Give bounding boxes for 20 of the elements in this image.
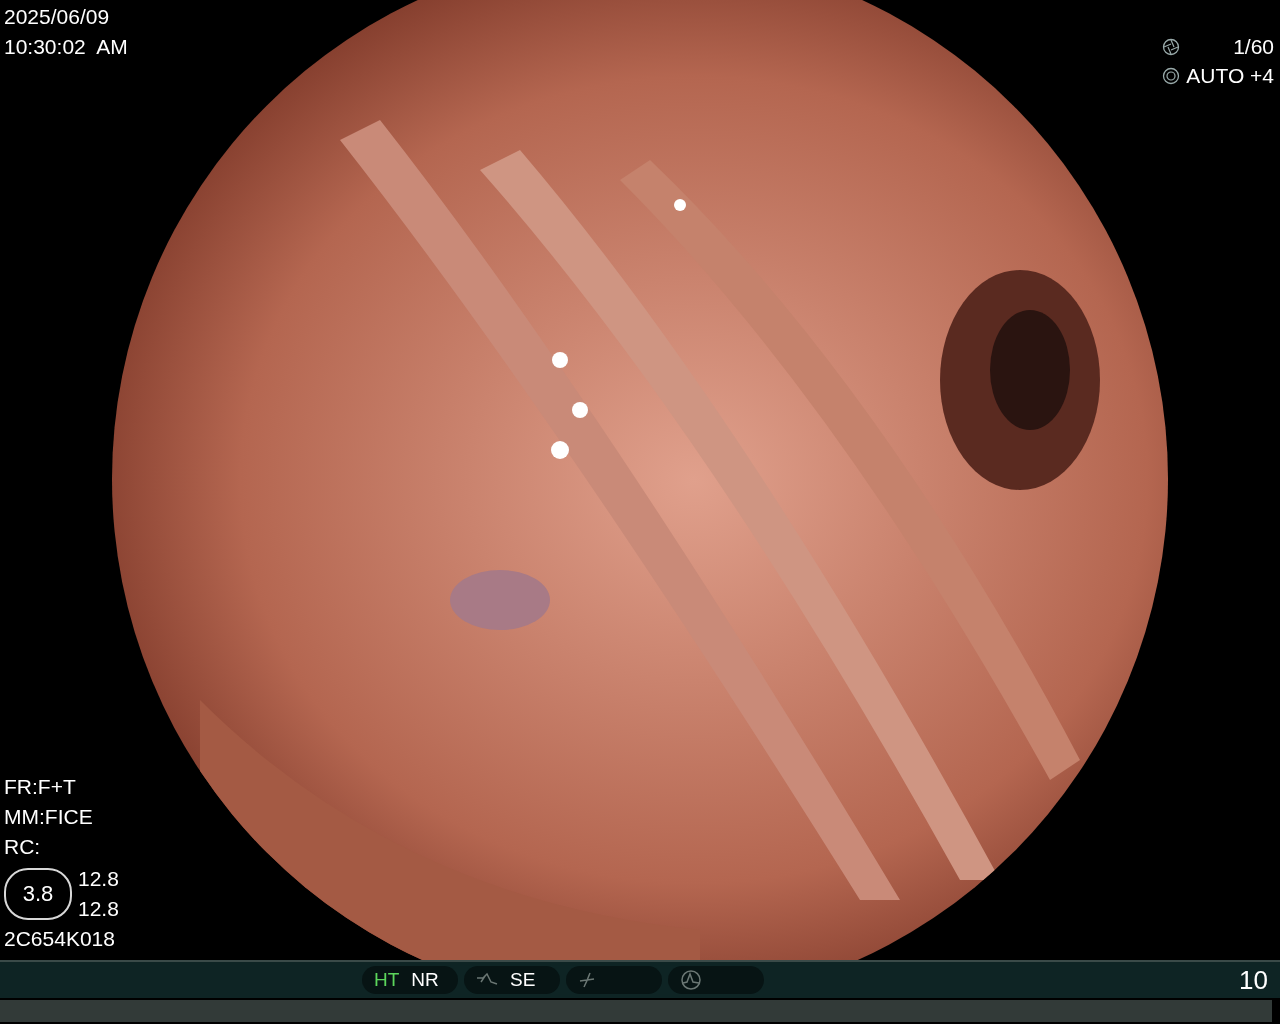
date-text: 2025/06/09	[4, 4, 111, 30]
gauge-reading: 12.8	[78, 866, 119, 892]
scope-id-text: 2C654K018	[4, 926, 116, 952]
setting-text: RC:	[4, 834, 42, 860]
gauge-reading: 12.8	[78, 896, 119, 922]
shutter-text: 1/60	[1233, 34, 1274, 60]
mode-label: SE	[510, 967, 536, 992]
peak-icon	[680, 969, 702, 991]
curve-icon	[476, 972, 498, 988]
slope-icon	[578, 971, 596, 989]
mode-label: HT	[374, 967, 400, 992]
setting-text: FR:F+T	[4, 774, 77, 800]
iris-text: AUTO +4	[1186, 63, 1274, 89]
setting-text: MM:FICE	[4, 804, 94, 830]
mode-label: NR	[411, 967, 439, 992]
iris-icon	[1162, 66, 1181, 85]
counter-text: 10	[1239, 963, 1268, 997]
gauge-indicator: 3.8	[4, 868, 72, 920]
time-text: 10:30:02 AM	[4, 34, 128, 60]
aperture-icon	[1162, 37, 1181, 56]
